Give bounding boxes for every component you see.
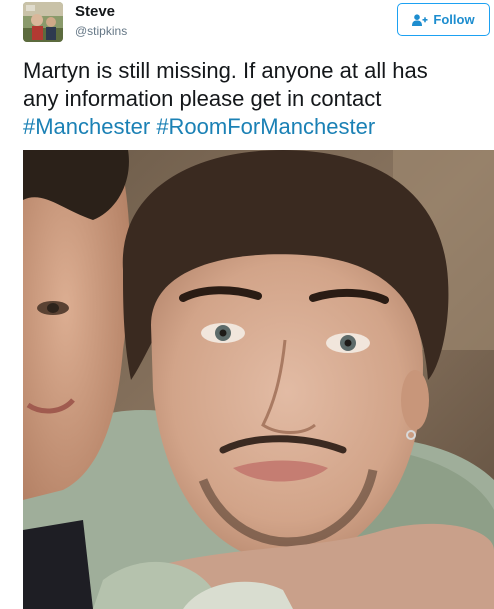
follow-label: Follow [433, 12, 475, 27]
tweet-text-line: Martyn is still missing. If anyone at al… [23, 58, 428, 83]
avatar[interactable] [23, 2, 63, 42]
follow-button[interactable]: Follow [397, 3, 490, 36]
hashtag-link[interactable]: #RoomForManchester [156, 114, 375, 139]
display-name[interactable]: Steve [75, 3, 115, 21]
tweet-text-line: any information please get in contact [23, 86, 382, 111]
tweet-text: Martyn is still missing. If anyone at al… [23, 57, 491, 141]
tweet-card: Steve @stipkins Follow Martyn is still m… [0, 0, 494, 609]
add-user-icon [412, 13, 428, 26]
user-handle[interactable]: @stipkins [75, 23, 127, 39]
hashtag-link[interactable]: #Manchester [23, 114, 150, 139]
hashtag-line: #Manchester #RoomForManchester [23, 113, 491, 141]
tweet-photo[interactable] [23, 150, 494, 609]
